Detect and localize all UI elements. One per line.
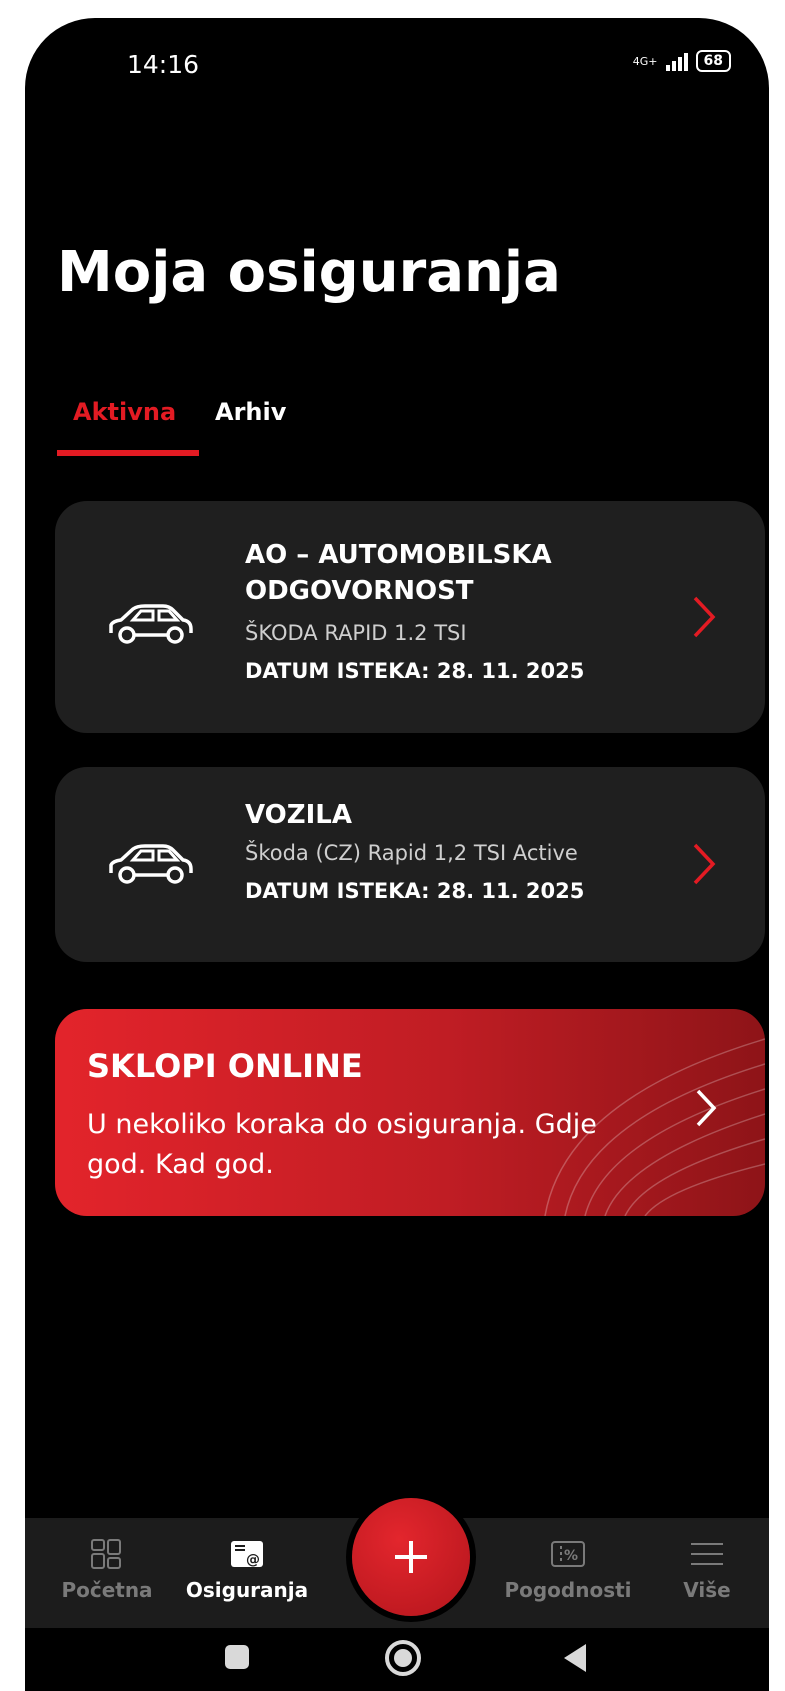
policy-vehicle: Škoda (CZ) Rapid 1,2 TSI Active xyxy=(245,841,578,865)
status-indicators: 4G+ 68 xyxy=(633,50,731,72)
battery-level: 68 xyxy=(703,53,723,69)
policy-expiry: DATUM ISTEKA: 28. 11. 2025 xyxy=(245,659,585,683)
car-icon xyxy=(109,604,193,644)
document-icon: @ xyxy=(231,1541,263,1568)
phone-screen: 14:16 4G+ 68 Moja osiguranja Aktivna Arh… xyxy=(25,18,769,1691)
add-button[interactable] xyxy=(352,1498,470,1616)
nav-item-vise[interactable]: Više xyxy=(667,1518,747,1628)
policy-name: VOZILA xyxy=(245,800,352,830)
tab-bar: Aktivna Arhiv xyxy=(57,388,302,456)
policy-info: AO – AUTOMOBILSKA ODGOVORNOST ŠKODA RAPI… xyxy=(245,537,675,683)
chevron-right-icon xyxy=(693,596,716,638)
status-time: 14:16 xyxy=(127,50,200,79)
status-bar: 14:16 4G+ 68 xyxy=(25,50,769,80)
page-title: Moja osiguranja xyxy=(57,240,561,305)
svg-text:@: @ xyxy=(246,1552,260,1568)
nav-label: Početna xyxy=(61,1578,153,1602)
promo-title: SKLOPI ONLINE xyxy=(87,1047,363,1085)
nav-item-osiguranja[interactable]: @ Osiguranja xyxy=(177,1518,317,1628)
discount-ticket-icon: % xyxy=(551,1541,585,1567)
promo-banner-sklopi-online[interactable]: SKLOPI ONLINE U nekoliko koraka do osigu… xyxy=(55,1009,765,1216)
policy-card[interactable]: VOZILA Škoda (CZ) Rapid 1,2 TSI Active D… xyxy=(55,767,765,962)
promo-subtitle: U nekoliko koraka do osiguranja. Gdje go… xyxy=(87,1109,597,1180)
svg-text:%: % xyxy=(564,1548,578,1564)
nav-label: Više xyxy=(683,1578,731,1602)
tab-aktivna[interactable]: Aktivna xyxy=(57,388,199,456)
policy-vehicle: ŠKODA RAPID 1.2 TSI xyxy=(245,621,467,645)
dashboard-icon xyxy=(91,1539,121,1569)
tab-arhiv[interactable]: Arhiv xyxy=(199,388,302,456)
policy-info: VOZILA Škoda (CZ) Rapid 1,2 TSI Active D… xyxy=(245,797,675,903)
nav-label: Osiguranja xyxy=(185,1578,309,1602)
home-icon[interactable] xyxy=(383,1638,423,1678)
signal-icon xyxy=(665,51,688,71)
policy-expiry: DATUM ISTEKA: 28. 11. 2025 xyxy=(245,879,585,903)
policy-name: AO – AUTOMOBILSKA ODGOVORNOST xyxy=(245,540,552,606)
recent-apps-icon[interactable] xyxy=(222,1642,252,1672)
plus-icon xyxy=(395,1541,427,1573)
chevron-right-icon xyxy=(696,1089,717,1127)
network-indicator: 4G+ xyxy=(633,56,658,67)
system-navigation-bar xyxy=(25,1628,769,1691)
nav-item-pocetna[interactable]: Početna xyxy=(47,1518,167,1628)
policy-card[interactable]: AO – AUTOMOBILSKA ODGOVORNOST ŠKODA RAPI… xyxy=(55,501,765,733)
network-type: 4G+ xyxy=(632,54,658,68)
car-icon xyxy=(109,844,193,884)
menu-icon xyxy=(691,1543,723,1565)
chevron-right-icon xyxy=(693,843,716,885)
back-icon[interactable] xyxy=(560,1642,590,1674)
nav-item-pogodnosti[interactable]: % Pogodnosti xyxy=(493,1518,643,1628)
battery-icon: 68 xyxy=(695,50,731,72)
nav-label: Pogodnosti xyxy=(504,1578,632,1602)
